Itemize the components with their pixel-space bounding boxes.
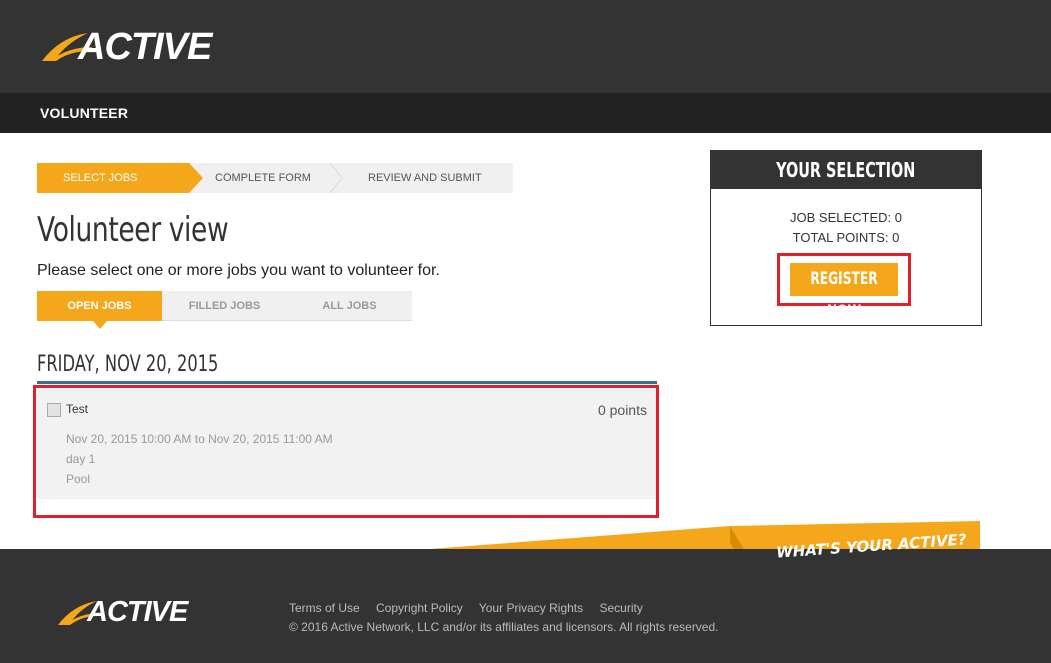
page-subtitle: Please select one or more jobs you want … <box>37 262 440 279</box>
footer-links: Terms of Use Copyright Policy Your Priva… <box>289 601 656 615</box>
selection-title: YOUR SELECTION <box>711 151 981 189</box>
register-now-button[interactable]: REGISTER NOW <box>790 263 898 322</box>
page: ACTIVE VOLUNTEER SELECT JOBS COMPLETE FO… <box>0 0 1051 663</box>
job-highlight-outline <box>33 385 659 518</box>
your-selection-panel: YOUR SELECTION JOB SELECTED: 0 TOTAL POI… <box>710 150 982 326</box>
tab-all-jobs[interactable]: ALL JOBS <box>287 291 412 321</box>
progress-steps: SELECT JOBS COMPLETE FORM REVIEW AND SUB… <box>37 163 513 193</box>
link-security[interactable]: Security <box>599 601 642 615</box>
tab-open-jobs[interactable]: OPEN JOBS <box>37 291 162 329</box>
footer-logo-text: ACTIVE <box>87 596 188 628</box>
tab-filled-jobs[interactable]: FILLED JOBS <box>162 291 287 321</box>
section-title: VOLUNTEER <box>40 105 129 121</box>
top-header: ACTIVE <box>0 0 1051 93</box>
step-review-submit: REVIEW AND SUBMIT <box>368 172 482 184</box>
step-complete-form: COMPLETE FORM <box>215 172 311 184</box>
link-terms-of-use[interactable]: Terms of Use <box>289 601 360 615</box>
date-heading: FRIDAY, NOV 20, 2015 <box>37 352 219 377</box>
link-copyright-policy[interactable]: Copyright Policy <box>376 601 463 615</box>
page-title: Volunteer view <box>37 210 229 250</box>
job-tabs: OPEN JOBS FILLED JOBS ALL JOBS <box>37 291 412 329</box>
step-divider-icon <box>329 163 343 193</box>
total-points: TOTAL POINTS: 0 <box>792 230 900 245</box>
link-privacy-rights[interactable]: Your Privacy Rights <box>479 601 583 615</box>
footer-active-logo[interactable]: ACTIVE <box>57 596 207 630</box>
job-selected-count: JOB SELECTED: 0 <box>790 210 902 225</box>
section-bar: VOLUNTEER <box>0 93 1051 133</box>
logo-text: ACTIVE <box>78 26 212 68</box>
active-logo[interactable]: ACTIVE <box>40 27 230 67</box>
date-divider <box>37 381 657 384</box>
step-select-jobs: SELECT JOBS <box>37 163 203 193</box>
copyright-text: © 2016 Active Network, LLC and/or its af… <box>289 620 719 634</box>
